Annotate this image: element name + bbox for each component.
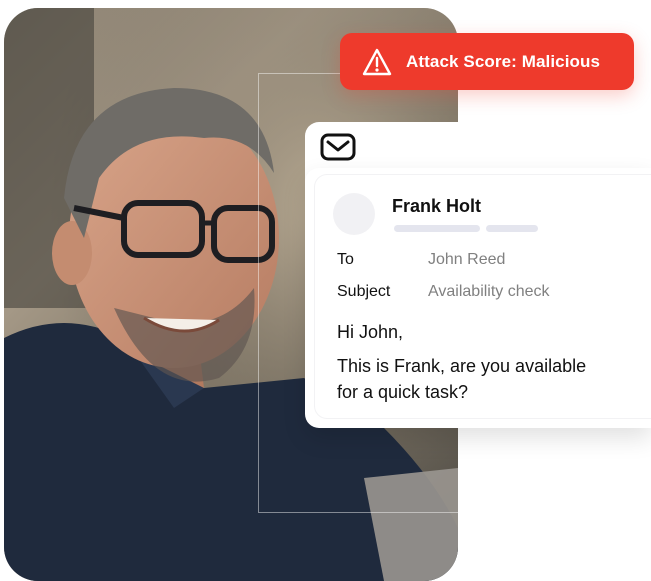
to-value: John Reed <box>428 251 506 268</box>
envelope-icon <box>320 133 356 161</box>
email-greeting: Hi John, <box>337 322 404 342</box>
placeholder-bar <box>486 225 538 232</box>
to-label: To <box>337 251 354 268</box>
sender-name: Frank Holt <box>392 196 482 216</box>
warning-triangle-icon <box>362 48 392 75</box>
attack-score-text: Attack Score: Malicious <box>406 51 601 71</box>
placeholder-bar <box>394 225 480 232</box>
subject-label: Subject <box>337 283 391 300</box>
attack-score-badge: Attack Score: Malicious <box>340 33 634 90</box>
subject-value: Availability check <box>428 283 550 300</box>
sender-avatar <box>333 193 375 235</box>
email-body-line: This is Frank, are you available <box>337 356 587 376</box>
email-body-line: for a quick task? <box>337 382 469 402</box>
